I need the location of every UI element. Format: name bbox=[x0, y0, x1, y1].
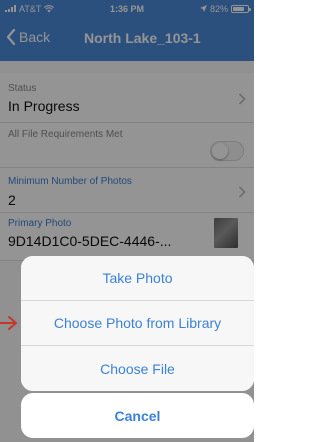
choose-file-option[interactable]: Choose File bbox=[21, 346, 254, 391]
pointer-arrow-icon bbox=[0, 316, 17, 330]
take-photo-option[interactable]: Take Photo bbox=[21, 256, 254, 301]
cancel-button[interactable]: Cancel bbox=[21, 393, 254, 438]
choose-photo-library-option[interactable]: Choose Photo from Library bbox=[21, 301, 254, 346]
phone-screen: AT&T 1:36 PM 82% Back North Lake_103-1 S… bbox=[0, 0, 254, 442]
pointer-arrow-shape bbox=[0, 316, 17, 330]
action-sheet: Take Photo Choose Photo from Library Cho… bbox=[21, 256, 254, 391]
